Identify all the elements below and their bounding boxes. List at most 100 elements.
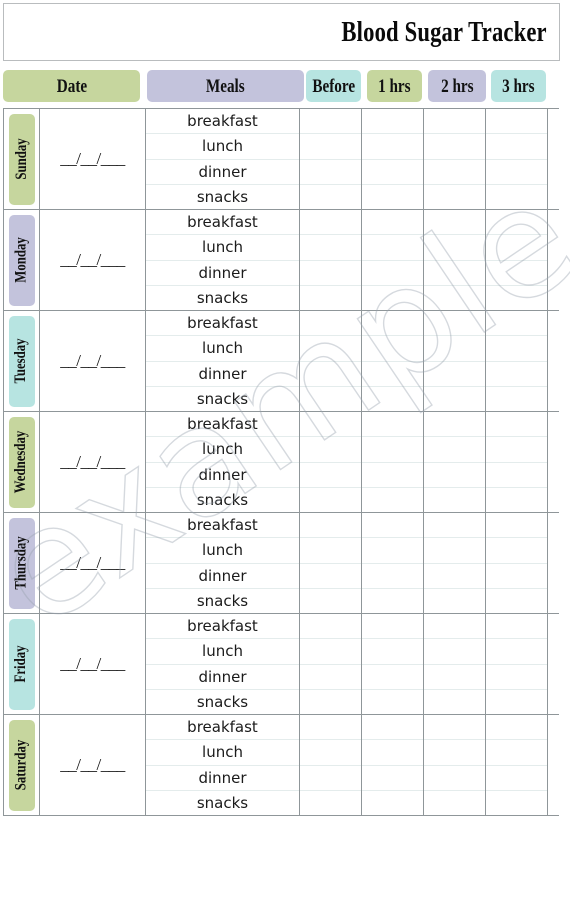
reading-input-cell[interactable] [424,261,485,286]
reading-input-cell[interactable] [486,387,547,411]
reading-input-cell[interactable] [362,538,423,564]
reading-input-cell[interactable] [300,286,361,310]
date-input-cell[interactable]: __/__/___ [40,412,146,512]
reading-input-cell[interactable] [362,564,423,589]
reading-input-cell[interactable] [424,336,485,362]
reading-input-cell[interactable] [424,564,485,589]
reading-input-cell[interactable] [362,614,423,640]
reading-input-cell[interactable] [362,513,423,539]
reading-input-cell[interactable] [486,665,547,690]
reading-input-cell[interactable] [424,715,485,741]
reading-input-cell[interactable] [424,614,485,640]
reading-input-cell[interactable] [300,488,361,512]
reading-input-cell[interactable] [424,311,485,337]
reading-input-cell[interactable] [424,513,485,539]
reading-input-cell[interactable] [362,185,423,209]
reading-input-cell[interactable] [300,791,361,815]
reading-input-cell[interactable] [362,791,423,815]
reading-input-cell[interactable] [486,437,547,463]
reading-input-cell[interactable] [362,488,423,512]
reading-input-cell[interactable] [362,665,423,690]
reading-input-cell[interactable] [300,538,361,564]
reading-input-cell[interactable] [362,766,423,791]
reading-input-cell[interactable] [300,740,361,766]
reading-input-cell[interactable] [486,261,547,286]
reading-input-cell[interactable] [300,387,361,411]
reading-input-cell[interactable] [486,185,547,209]
reading-input-cell[interactable] [424,766,485,791]
reading-input-cell[interactable] [424,362,485,387]
reading-input-cell[interactable] [300,463,361,488]
reading-input-cell[interactable] [486,488,547,512]
reading-input-cell[interactable] [486,538,547,564]
reading-input-cell[interactable] [300,412,361,438]
reading-input-cell[interactable] [486,513,547,539]
reading-input-cell[interactable] [362,160,423,185]
reading-input-cell[interactable] [486,134,547,160]
reading-input-cell[interactable] [362,336,423,362]
reading-input-cell[interactable] [424,160,485,185]
reading-input-cell[interactable] [362,690,423,714]
reading-input-cell[interactable] [362,286,423,310]
reading-input-cell[interactable] [424,210,485,236]
reading-input-cell[interactable] [300,160,361,185]
reading-input-cell[interactable] [424,690,485,714]
reading-input-cell[interactable] [424,589,485,613]
reading-input-cell[interactable] [486,690,547,714]
reading-input-cell[interactable] [424,286,485,310]
reading-input-cell[interactable] [424,488,485,512]
date-input-cell[interactable]: __/__/___ [40,109,146,209]
reading-input-cell[interactable] [300,210,361,236]
reading-input-cell[interactable] [300,665,361,690]
reading-input-cell[interactable] [424,791,485,815]
reading-input-cell[interactable] [486,589,547,613]
reading-input-cell[interactable] [362,261,423,286]
reading-input-cell[interactable] [300,311,361,337]
reading-input-cell[interactable] [486,463,547,488]
reading-input-cell[interactable] [486,286,547,310]
reading-input-cell[interactable] [424,235,485,261]
reading-input-cell[interactable] [424,665,485,690]
reading-input-cell[interactable] [486,766,547,791]
reading-input-cell[interactable] [300,185,361,209]
reading-input-cell[interactable] [486,109,547,135]
reading-input-cell[interactable] [300,362,361,387]
date-input-cell[interactable]: __/__/___ [40,513,146,613]
reading-input-cell[interactable] [362,311,423,337]
reading-input-cell[interactable] [300,766,361,791]
reading-input-cell[interactable] [362,412,423,438]
reading-input-cell[interactable] [300,437,361,463]
reading-input-cell[interactable] [486,235,547,261]
date-input-cell[interactable]: __/__/___ [40,311,146,411]
reading-input-cell[interactable] [362,235,423,261]
reading-input-cell[interactable] [362,437,423,463]
reading-input-cell[interactable] [300,564,361,589]
reading-input-cell[interactable] [486,160,547,185]
reading-input-cell[interactable] [486,639,547,665]
reading-input-cell[interactable] [424,185,485,209]
date-input-cell[interactable]: __/__/___ [40,210,146,310]
reading-input-cell[interactable] [300,589,361,613]
reading-input-cell[interactable] [424,437,485,463]
reading-input-cell[interactable] [486,336,547,362]
reading-input-cell[interactable] [362,134,423,160]
reading-input-cell[interactable] [300,690,361,714]
reading-input-cell[interactable] [300,134,361,160]
reading-input-cell[interactable] [424,639,485,665]
reading-input-cell[interactable] [486,564,547,589]
reading-input-cell[interactable] [486,412,547,438]
reading-input-cell[interactable] [424,134,485,160]
reading-input-cell[interactable] [424,538,485,564]
reading-input-cell[interactable] [486,740,547,766]
reading-input-cell[interactable] [486,362,547,387]
reading-input-cell[interactable] [300,109,361,135]
reading-input-cell[interactable] [424,463,485,488]
reading-input-cell[interactable] [300,513,361,539]
reading-input-cell[interactable] [486,311,547,337]
reading-input-cell[interactable] [362,740,423,766]
reading-input-cell[interactable] [486,614,547,640]
reading-input-cell[interactable] [362,362,423,387]
date-input-cell[interactable]: __/__/___ [40,715,146,815]
reading-input-cell[interactable] [362,463,423,488]
reading-input-cell[interactable] [300,614,361,640]
